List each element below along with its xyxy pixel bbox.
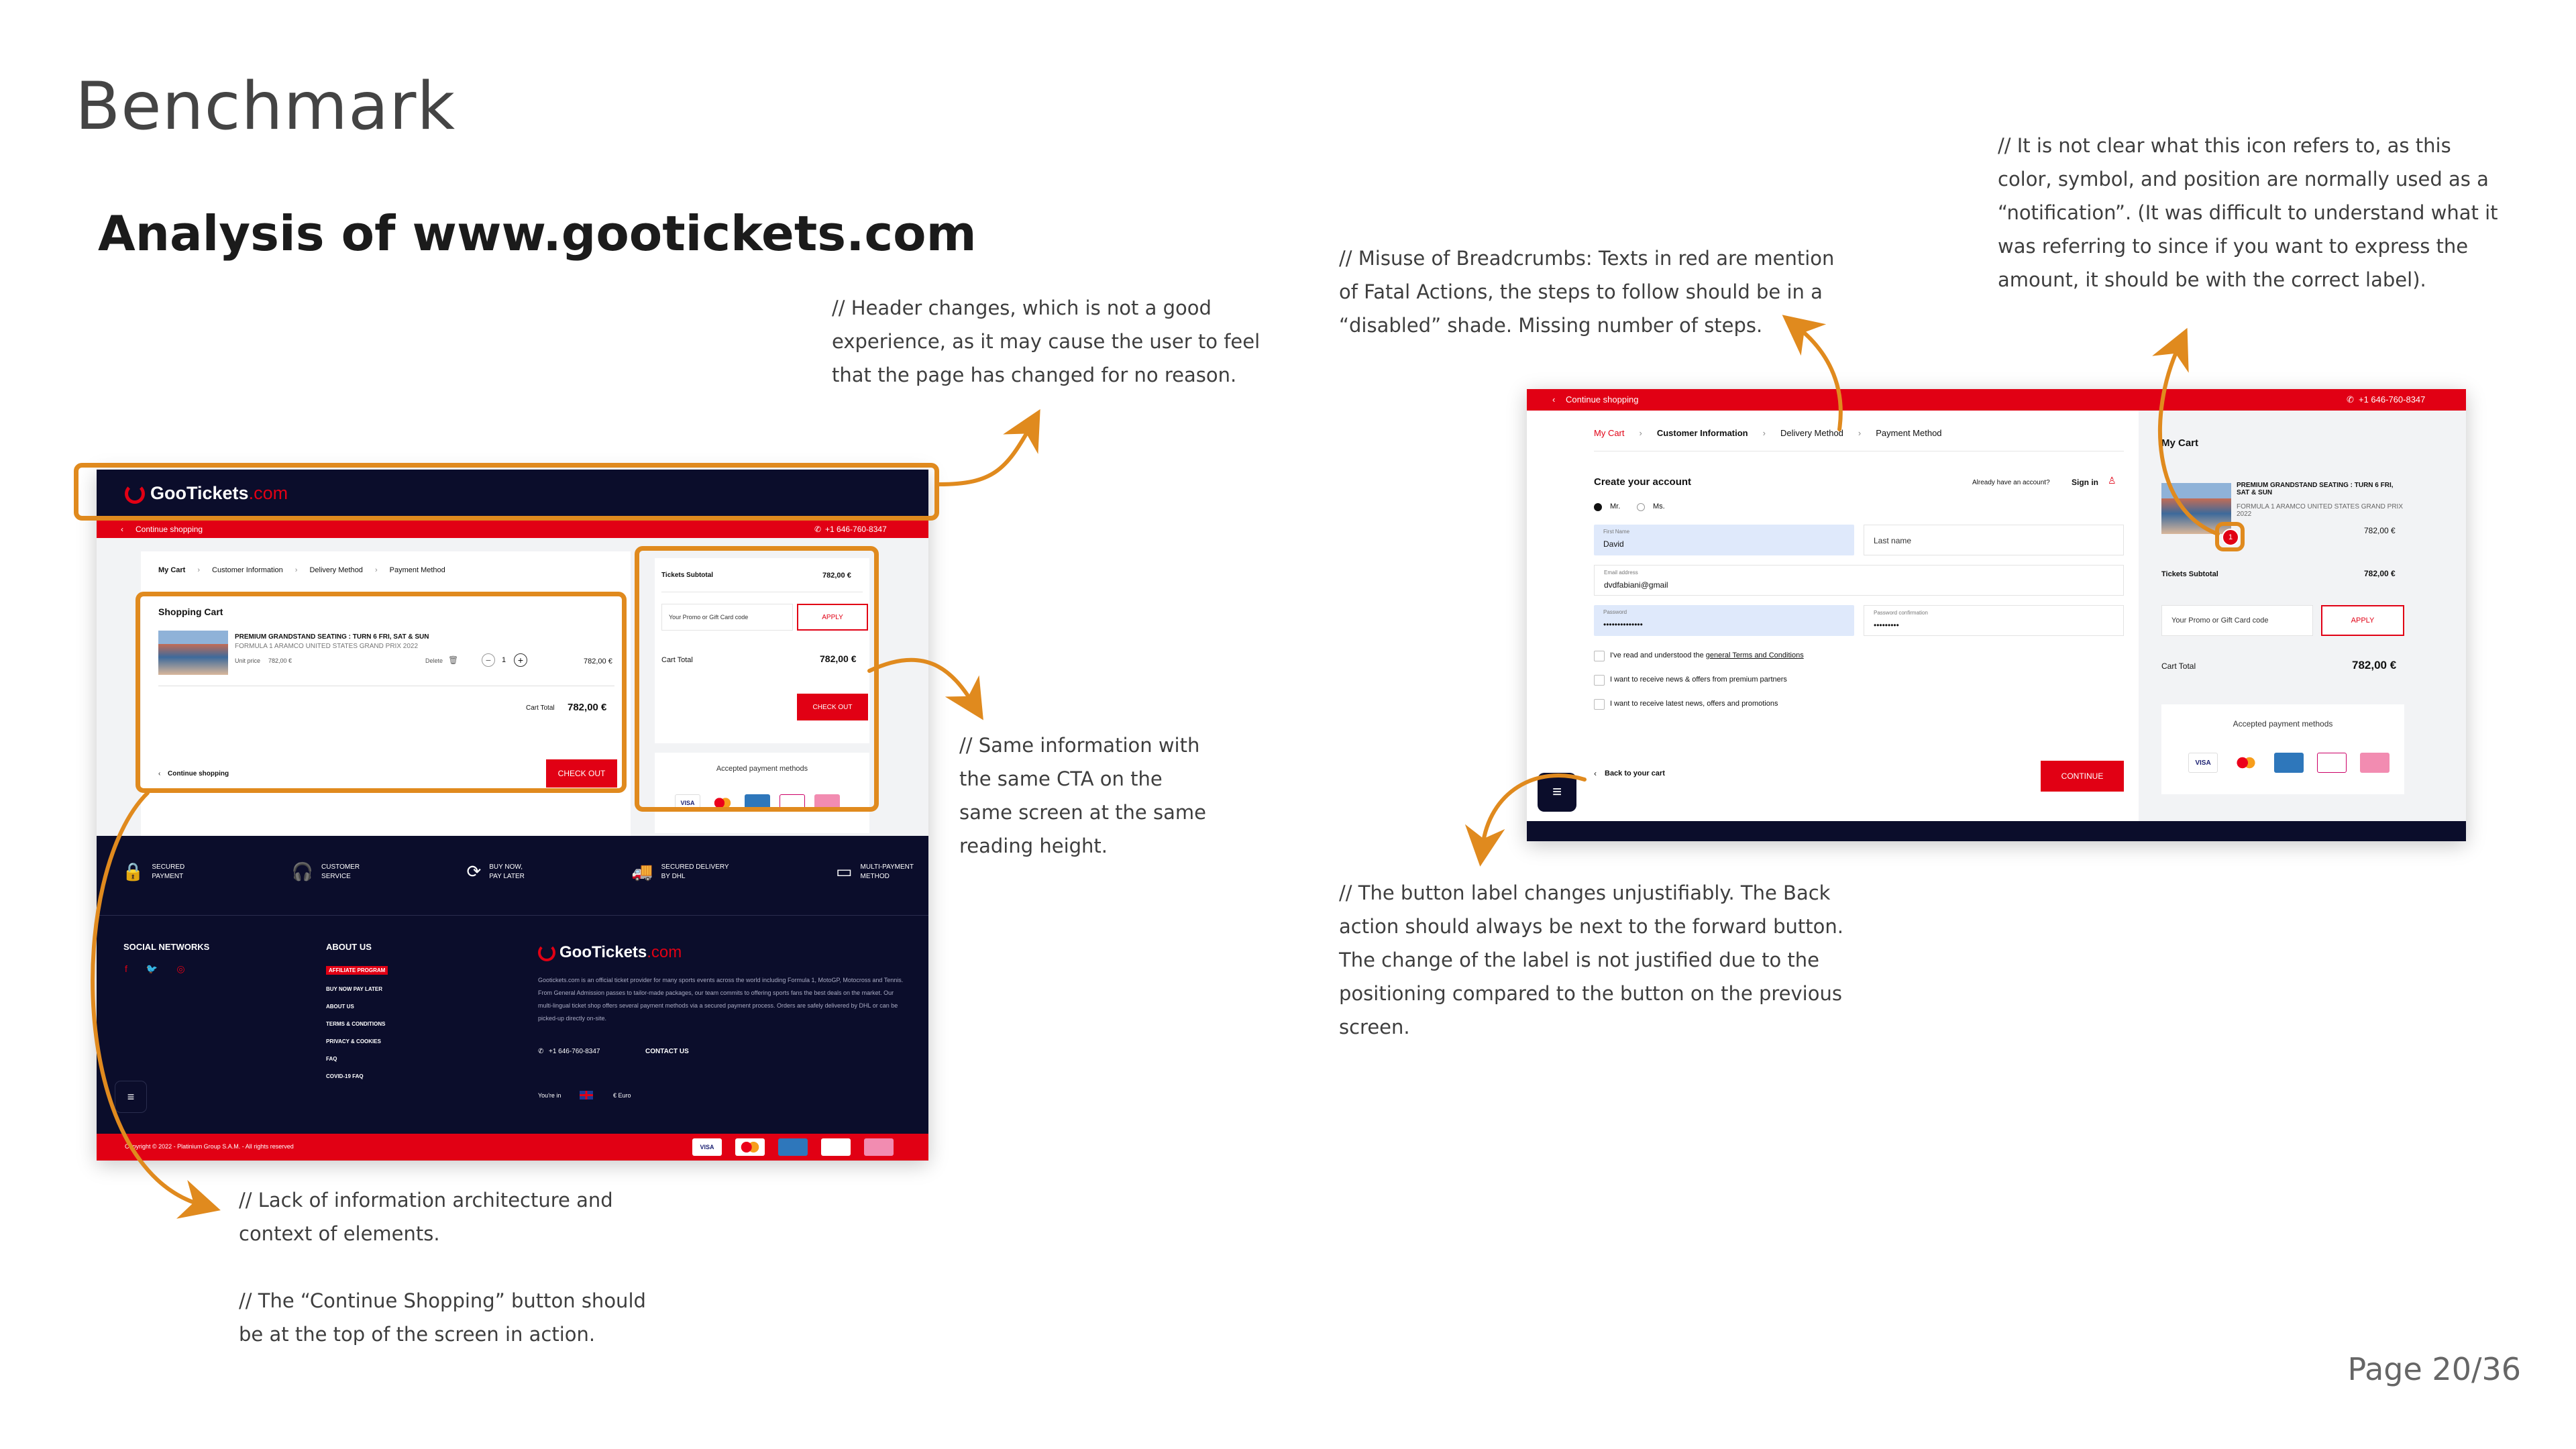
arrow-button-label	[1464, 773, 1587, 867]
arrow-header	[937, 409, 1040, 486]
arrow-breadcrumbs	[1782, 315, 1843, 431]
arrow-lack-ia	[91, 791, 221, 1219]
arrow-same-info	[867, 657, 983, 720]
arrow-badge	[2152, 327, 2220, 536]
annotation-arrows	[91, 315, 2220, 1219]
